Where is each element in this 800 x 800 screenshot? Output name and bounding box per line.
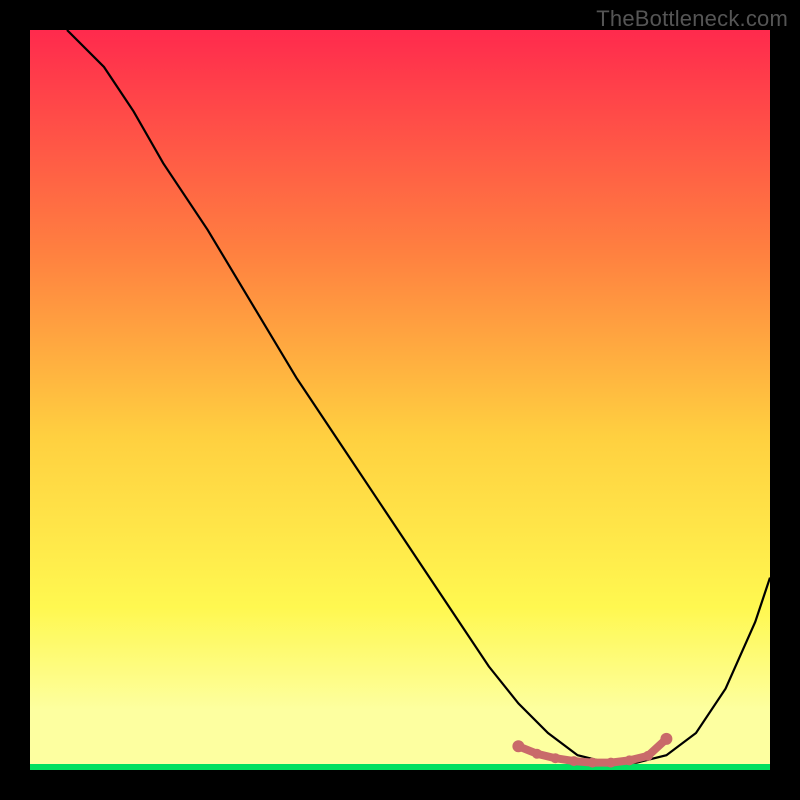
bottom-marker [532,749,542,759]
bottom-marker [643,751,653,761]
bottom-marker [569,756,579,766]
watermark-text: TheBottleneck.com [596,6,788,32]
bottom-marker [587,758,597,768]
chart-container: TheBottleneck.com [0,0,800,800]
bottom-marker [550,753,560,763]
bottom-marker [606,758,616,768]
chart-svg [0,0,800,800]
plot-background [30,30,770,770]
bottom-green-band [30,764,770,770]
bottom-marker [624,755,634,765]
bottom-marker [512,740,524,752]
bottom-marker [660,733,672,745]
